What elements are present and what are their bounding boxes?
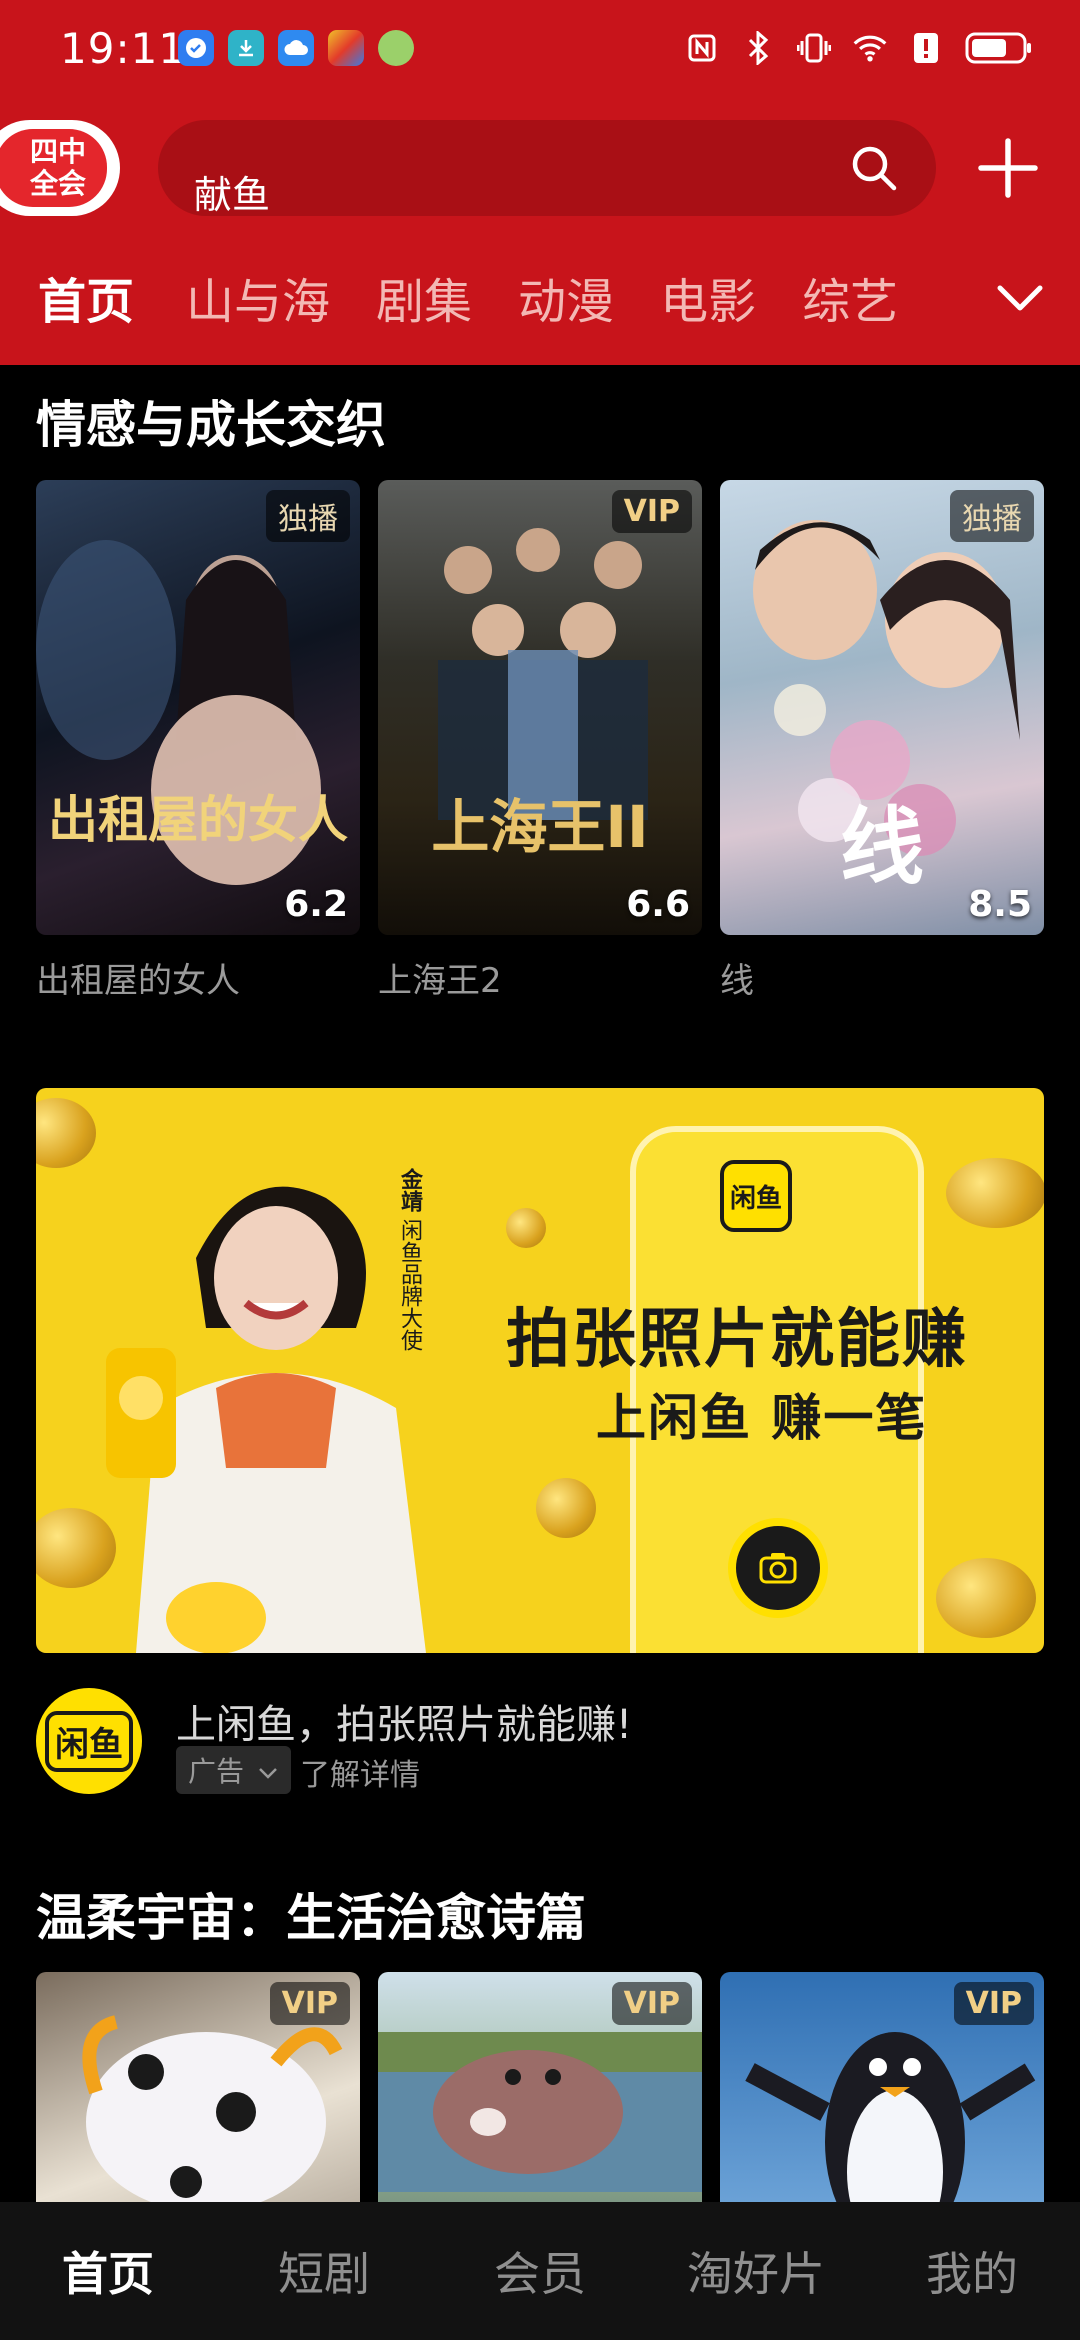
vip-tag: VIP	[611, 1982, 692, 2025]
vibrate-icon	[796, 30, 832, 66]
vip-tag: VIP	[269, 1982, 350, 2025]
wifi-icon	[852, 30, 888, 66]
section-title-healing: 温柔宇宙：生活治愈诗篇	[36, 1889, 586, 1947]
ad-label[interactable]: 广告	[176, 1746, 291, 1794]
poster-image[interactable]: 上海王II VIP 6.6	[378, 480, 702, 935]
rating-score: 6.2	[284, 884, 348, 925]
event-badge[interactable]: 四中 全会	[0, 120, 120, 216]
ball-app-icon	[378, 30, 414, 66]
poster-image[interactable]: 出租屋的女人 独播 6.2	[36, 480, 360, 935]
rating-score: 6.6	[626, 884, 690, 925]
bluetooth-icon	[740, 30, 776, 66]
poster-art-title: 上海王II	[431, 793, 649, 861]
plus-icon[interactable]	[975, 135, 1041, 201]
exclusive-tag: 独播	[950, 490, 1034, 542]
video-card[interactable]: 线 独播 8.5 线	[720, 480, 1044, 1002]
card-title[interactable]: 上海王2	[378, 953, 702, 1002]
poster-image[interactable]: 线 独播 8.5	[720, 480, 1044, 935]
spokesperson-role: 闲鱼品牌大使	[397, 1219, 422, 1351]
chevron-down-icon	[259, 1768, 277, 1779]
alert-icon	[908, 30, 944, 66]
coin-decoration	[36, 1098, 96, 1168]
bottom-tab-bar: 首页 短剧 会员 淘好片 我的	[0, 2202, 1080, 2340]
ad-learn-more-link[interactable]: 了解详情	[300, 1750, 420, 1794]
bottom-tab-membership[interactable]: 会员	[432, 2202, 648, 2340]
tab-variety[interactable]: 综艺	[802, 262, 898, 332]
card-title[interactable]: 出租屋的女人	[36, 953, 360, 1002]
checkmark-app-icon	[178, 30, 214, 66]
ad-brand-logo[interactable]: 闲鱼	[36, 1688, 142, 1794]
vip-tag: VIP	[611, 490, 692, 533]
download-app-icon	[228, 30, 264, 66]
coin-decoration	[536, 1478, 596, 1538]
section-title-emotion: 情感与成长交织	[36, 396, 386, 454]
event-badge-text: 四中 全会	[0, 129, 107, 207]
status-bar: 19:11	[0, 0, 1080, 105]
exclusive-tag: 独播	[266, 490, 350, 542]
cloud-app-icon	[278, 30, 314, 66]
ad-subline: 上闲鱼 赚一笔	[596, 1389, 928, 1447]
tab-movies[interactable]: 电影	[660, 262, 756, 332]
xianyu-logo: 闲鱼	[720, 1160, 792, 1232]
app-header: 19:11 四中 全会 献鱼 首页 山与海 剧集 动漫 电影 综艺	[0, 0, 1080, 365]
tab-series[interactable]: 剧集	[376, 262, 472, 332]
ad-brand-logo-text: 闲鱼	[45, 1710, 133, 1772]
search-icon[interactable]	[848, 142, 900, 194]
bottom-tab-profile[interactable]: 我的	[864, 2202, 1080, 2340]
vip-tag: VIP	[953, 1982, 1034, 2025]
ad-label-text: 广告	[188, 1755, 245, 1788]
poster-art-title: 出租屋的女人	[48, 791, 348, 849]
search-query-text: 献鱼	[194, 173, 271, 217]
coin-decoration	[506, 1208, 546, 1248]
bottom-tab-home[interactable]: 首页	[0, 2202, 216, 2340]
camera-button-icon	[728, 1518, 828, 1618]
ad-headline: 拍张照片就能赚	[506, 1303, 968, 1377]
poster-art-title: 线	[839, 798, 924, 896]
game-app-icon	[328, 30, 364, 66]
tab-shan-yu-hai[interactable]: 山与海	[186, 262, 330, 332]
category-tabs: 首页 山与海 剧集 动漫 电影 综艺	[38, 262, 1048, 332]
search-bar[interactable]: 献鱼	[158, 120, 936, 217]
ad-title[interactable]: 上闲鱼，拍张照片就能赚!	[176, 1692, 632, 1750]
tab-home[interactable]: 首页	[38, 262, 134, 332]
spokesperson-name: 金靖	[397, 1168, 422, 1212]
card-title[interactable]: 线	[720, 953, 1044, 1002]
status-right-icons	[684, 30, 1034, 66]
card-row-emotion: 出租屋的女人 独播 6.2 出租屋的女人 上海王II VIP 6.6 上海王2	[36, 480, 1044, 1002]
video-card[interactable]: 出租屋的女人 独播 6.2 出租屋的女人	[36, 480, 360, 1002]
nfc-icon	[684, 30, 720, 66]
coin-decoration	[946, 1158, 1044, 1228]
status-time: 19:11	[60, 24, 187, 73]
video-card[interactable]: 上海王II VIP 6.6 上海王2	[378, 480, 702, 1002]
ad-banner[interactable]: 金靖 闲鱼品牌大使 闲鱼 拍张照片就能赚 上闲鱼 赚一笔	[36, 1088, 1044, 1653]
poster-artwork	[36, 540, 321, 885]
status-app-icons	[178, 30, 414, 66]
bottom-tab-short-drama[interactable]: 短剧	[216, 2202, 432, 2340]
poster-artwork	[438, 528, 648, 820]
chevron-down-icon[interactable]	[992, 274, 1048, 322]
rating-score: 8.5	[968, 884, 1032, 925]
bottom-tab-discover[interactable]: 淘好片	[648, 2202, 864, 2340]
coin-decoration	[936, 1558, 1036, 1638]
tab-anime[interactable]: 动漫	[518, 262, 614, 332]
spokesperson-image	[106, 1186, 426, 1653]
spokesperson-caption: 金靖 闲鱼品牌大使	[396, 1168, 422, 1351]
battery-icon	[964, 30, 1034, 66]
